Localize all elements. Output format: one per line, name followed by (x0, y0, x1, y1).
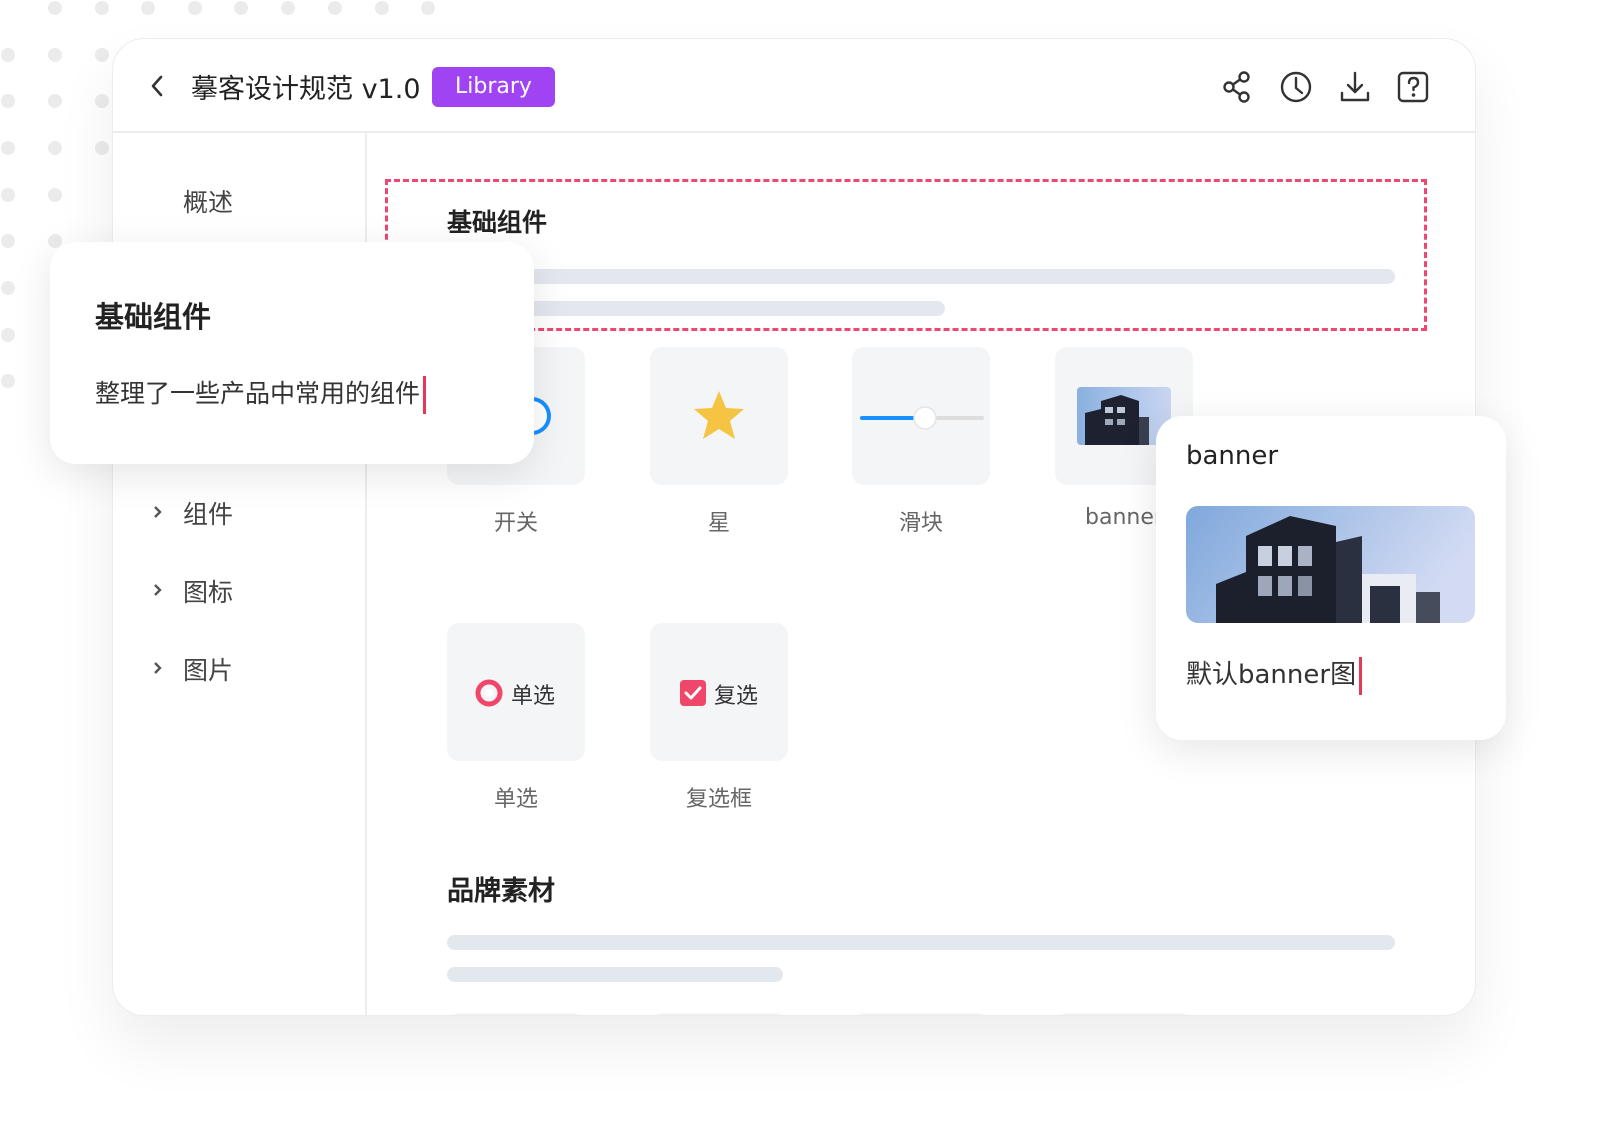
sidebar-item-label: 组件 (183, 500, 234, 529)
download-icon[interactable] (1336, 68, 1374, 106)
section-title-basic: 基础组件 (447, 208, 548, 237)
banner-image (1186, 506, 1475, 623)
checkbox-icon (680, 680, 706, 706)
chevron-right-icon (154, 584, 162, 596)
section-title-brand: 品牌素材 (447, 876, 555, 907)
component-tile-checkbox[interactable]: 复选 (650, 623, 788, 761)
sidebar-item-components[interactable]: 组件 (113, 489, 367, 533)
checkbox-inline-label: 复选 (714, 684, 759, 709)
page-title: 摹客设计规范 v1.0 (191, 74, 421, 105)
basic-components-popover: 基础组件 整理了一些产品中常用的组件 (50, 242, 534, 464)
popover-title: 基础组件 (95, 300, 212, 334)
text-cursor (1359, 656, 1363, 695)
placeholder-line (447, 269, 1395, 284)
popover-title: banner (1186, 441, 1279, 471)
component-tile-radio[interactable]: 单选 (447, 623, 585, 761)
radio-inline-label: 单选 (511, 684, 556, 709)
brand-tile[interactable] (650, 1013, 788, 1015)
popover-description[interactable]: 默认banner图 (1186, 654, 1363, 695)
radio-icon (475, 679, 503, 707)
sidebar-item-overview[interactable]: 概述 (113, 177, 367, 221)
brand-tile[interactable] (1055, 1013, 1193, 1015)
component-tile-star[interactable] (650, 347, 788, 485)
placeholder-line (447, 967, 783, 982)
top-bar: 摹客设计规范 v1.0 Library (113, 39, 1475, 133)
tile-label: 单选 (493, 787, 538, 812)
library-badge: Library (432, 67, 555, 107)
popover-description[interactable]: 整理了一些产品中常用的组件 (95, 374, 427, 414)
tile-label: 滑块 (898, 511, 943, 536)
share-icon[interactable] (1219, 68, 1257, 106)
back-arrow-icon[interactable] (143, 71, 171, 101)
tile-label: 开关 (493, 511, 538, 536)
tile-label: 复选框 (685, 787, 752, 812)
placeholder-line (447, 935, 1395, 950)
chevron-right-icon (154, 662, 162, 674)
banner-popover: banner 默认banner图 (1156, 416, 1506, 740)
brand-tile[interactable] (447, 1013, 585, 1015)
tile-label: 星 (707, 511, 730, 536)
sidebar-item-label: 图片 (183, 656, 234, 685)
sidebar-item-label: 概述 (183, 188, 234, 217)
text-cursor (423, 376, 427, 414)
chevron-right-icon (154, 506, 162, 518)
component-tile-slider[interactable] (852, 347, 990, 485)
sidebar-item-images[interactable]: 图片 (113, 645, 367, 689)
help-icon[interactable] (1394, 68, 1432, 106)
brand-tile[interactable] (852, 1013, 990, 1015)
sidebar-item-icons[interactable]: 图标 (113, 567, 367, 611)
history-icon[interactable] (1277, 68, 1315, 106)
sidebar-item-label: 图标 (183, 578, 234, 607)
star-icon (694, 391, 744, 439)
slider-icon (860, 406, 984, 430)
